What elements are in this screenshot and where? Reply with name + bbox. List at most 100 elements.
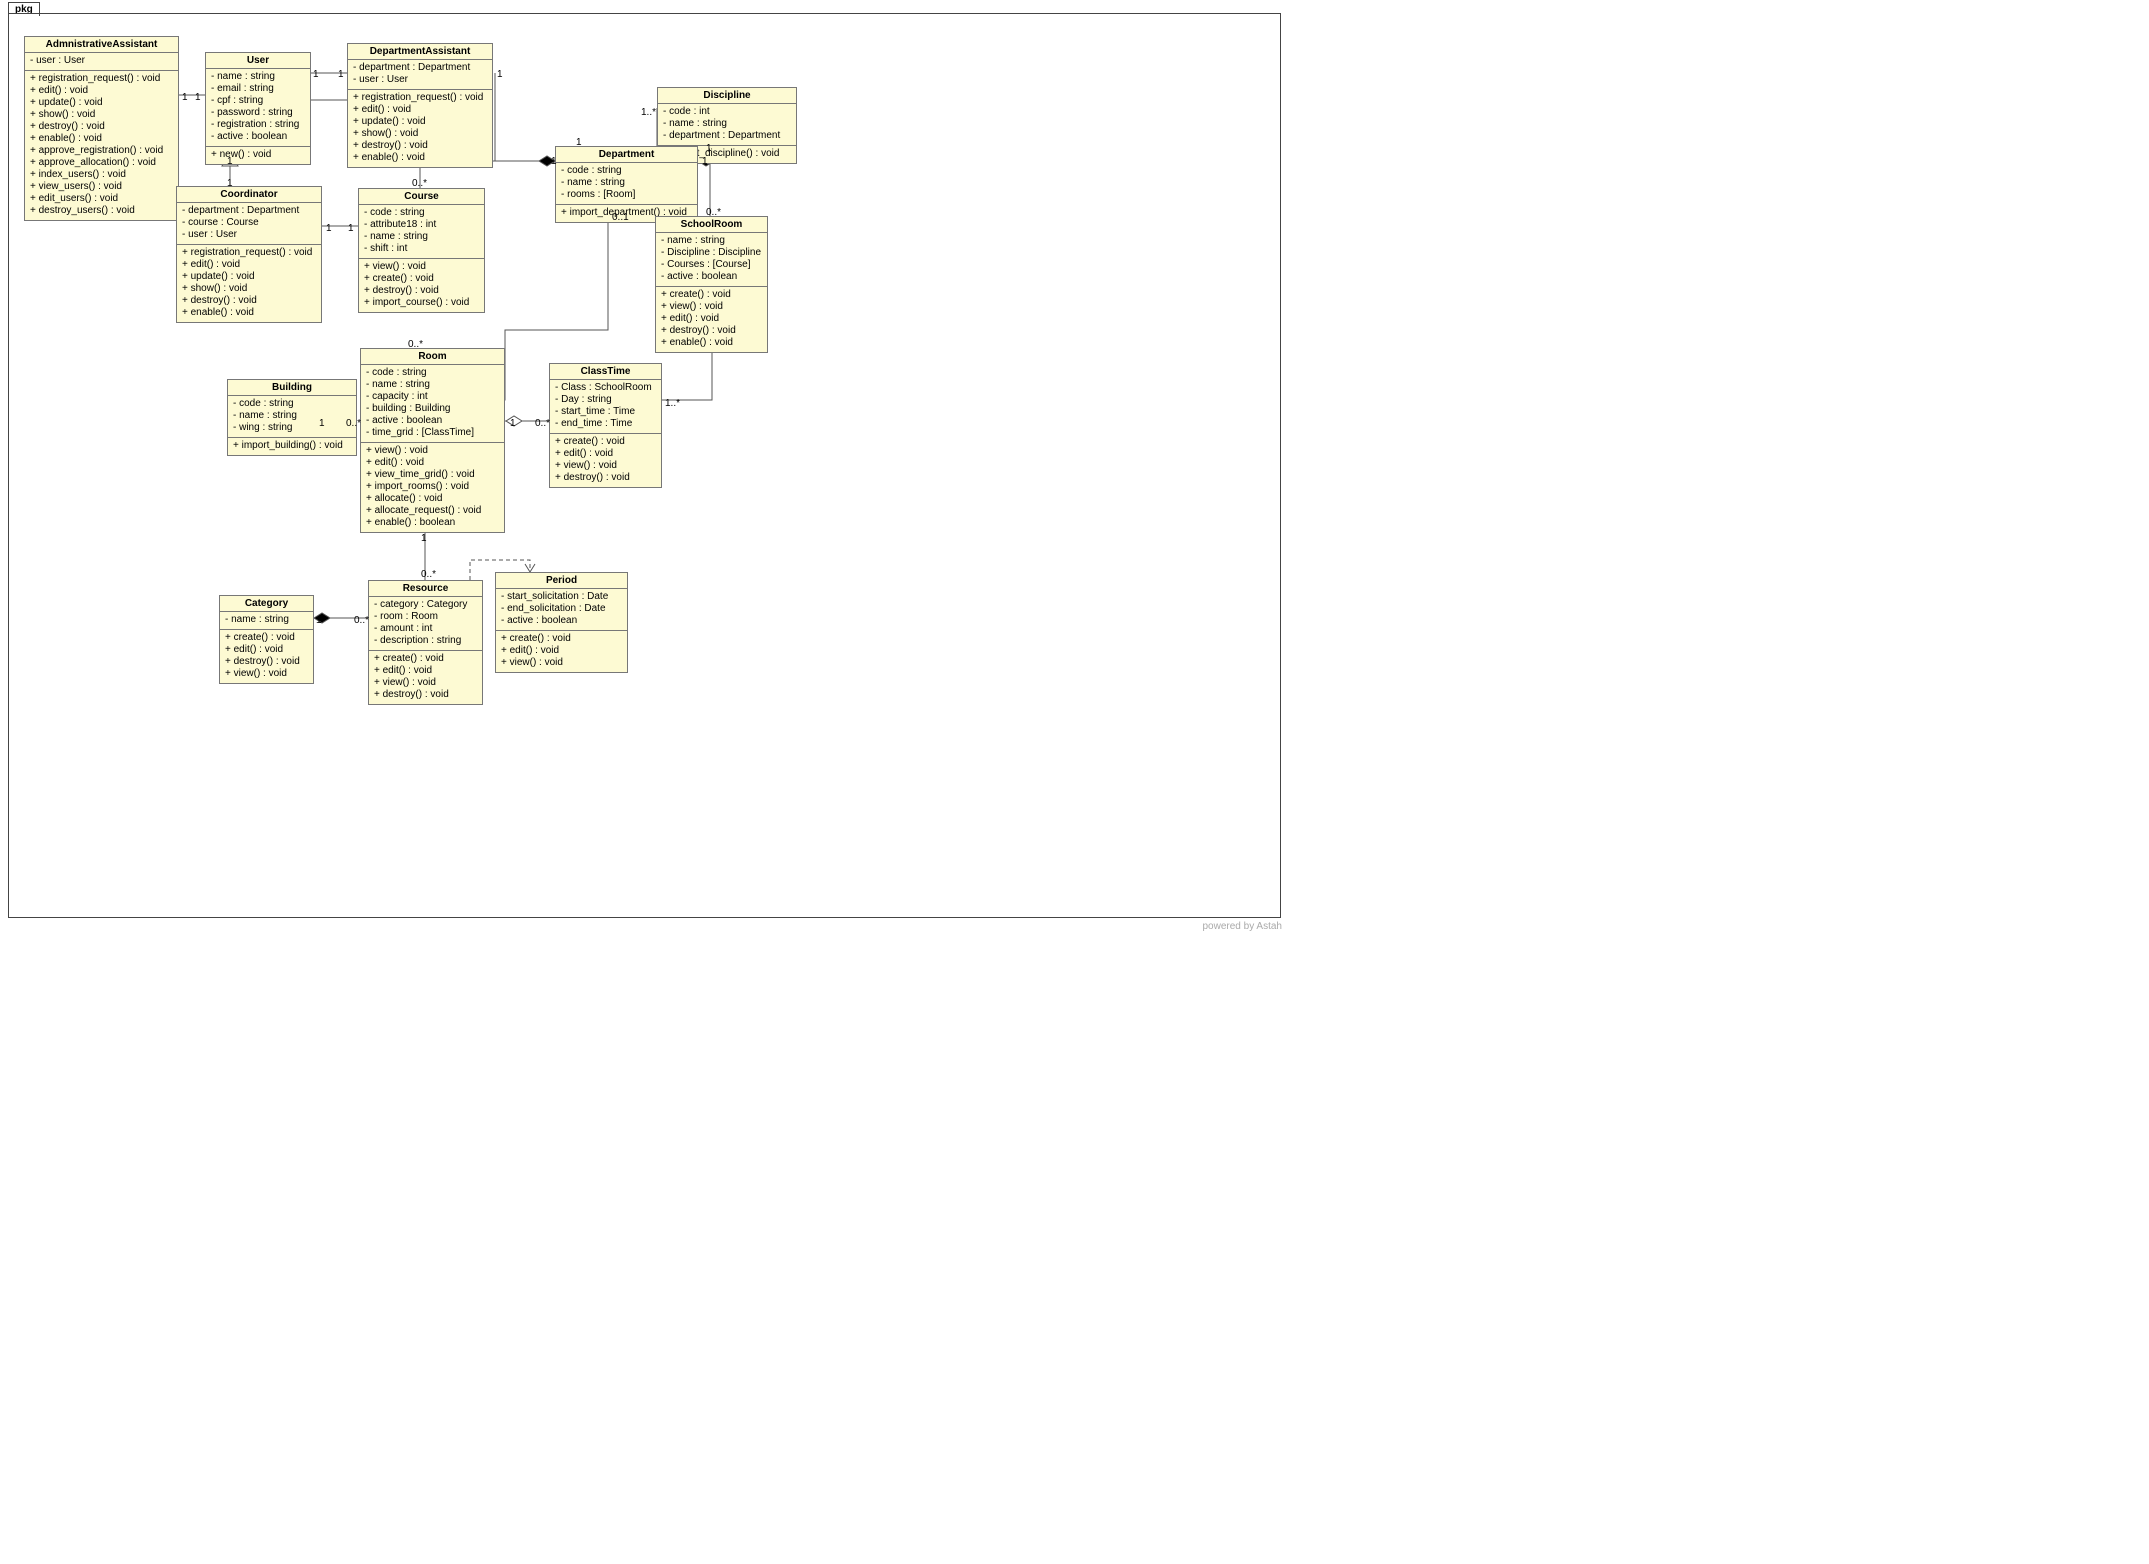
operation-row: + view() : void bbox=[555, 460, 656, 472]
attribute-row: - capacity : int bbox=[366, 391, 499, 403]
attribute-row: - department : Department bbox=[182, 205, 316, 217]
multiplicity-label: 1 bbox=[316, 615, 322, 626]
operation-row: + new() : void bbox=[211, 149, 305, 161]
operation-row: + create() : void bbox=[374, 653, 477, 665]
attribute-row: - department : Department bbox=[353, 62, 487, 74]
class-AdmnistrativeAssistant: AdmnistrativeAssistant- user : User+ reg… bbox=[24, 36, 179, 221]
attribute-row: - course : Course bbox=[182, 217, 316, 229]
attributes: - name : string bbox=[220, 612, 313, 630]
attribute-row: - end_time : Time bbox=[555, 418, 656, 430]
class-DepartmentAssistant: DepartmentAssistant- department : Depart… bbox=[347, 43, 493, 168]
class-title: Resource bbox=[369, 581, 482, 597]
multiplicity-label: 0..* bbox=[535, 418, 550, 429]
operation-row: + edit() : void bbox=[374, 665, 477, 677]
multiplicity-label: 1 bbox=[319, 418, 325, 429]
multiplicity-label: 1 bbox=[706, 143, 712, 154]
attribute-row: - Class : SchoolRoom bbox=[555, 382, 656, 394]
multiplicity-label: 1..* bbox=[665, 398, 680, 409]
attribute-row: - code : string bbox=[561, 165, 692, 177]
class-title: Period bbox=[496, 573, 627, 589]
operation-row: + import_course() : void bbox=[364, 297, 479, 309]
footer-credit: powered by Astah bbox=[1203, 921, 1283, 932]
attribute-row: - name : string bbox=[366, 379, 499, 391]
operation-row: + enable() : void bbox=[353, 152, 487, 164]
attribute-row: - Day : string bbox=[555, 394, 656, 406]
attribute-row: - user : User bbox=[182, 229, 316, 241]
operation-row: + enable() : void bbox=[661, 337, 762, 349]
operation-row: + import_building() : void bbox=[233, 440, 351, 452]
operation-row: + create() : void bbox=[501, 633, 622, 645]
multiplicity-label: 1 bbox=[227, 156, 233, 167]
operation-row: + approve_registration() : void bbox=[30, 145, 173, 157]
operation-row: + update() : void bbox=[353, 116, 487, 128]
class-Period: Period- start_solicitation : Date- end_s… bbox=[495, 572, 628, 673]
class-Resource: Resource- category : Category- room : Ro… bbox=[368, 580, 483, 705]
attribute-row: - active : boolean bbox=[211, 131, 305, 143]
operation-row: + destroy() : void bbox=[661, 325, 762, 337]
attributes: - department : Department- course : Cour… bbox=[177, 203, 321, 245]
class-title: Category bbox=[220, 596, 313, 612]
attribute-row: - registration : string bbox=[211, 119, 305, 131]
class-ClassTime: ClassTime- Class : SchoolRoom- Day : str… bbox=[549, 363, 662, 488]
class-title: Building bbox=[228, 380, 356, 396]
attribute-row: - user : User bbox=[30, 55, 173, 67]
multiplicity-label: 0..* bbox=[412, 178, 427, 189]
operation-row: + edit() : void bbox=[501, 645, 622, 657]
operation-row: + update() : void bbox=[182, 271, 316, 283]
multiplicity-label: 1 bbox=[348, 223, 354, 234]
attribute-row: - code : int bbox=[663, 106, 791, 118]
attributes: - start_solicitation : Date- end_solicit… bbox=[496, 589, 627, 631]
operations: + new() : void bbox=[206, 147, 310, 164]
class-Category: Category- name : string + create() : void… bbox=[219, 595, 314, 684]
multiplicity-label: 1 bbox=[421, 533, 427, 544]
attributes: - user : User bbox=[25, 53, 178, 71]
operation-row: + update() : void bbox=[30, 97, 173, 109]
multiplicity-label: 1 bbox=[497, 69, 503, 80]
attributes: - category : Category- room : Room- amou… bbox=[369, 597, 482, 651]
attribute-row: - attribute18 : int bbox=[364, 219, 479, 231]
attribute-row: - name : string bbox=[561, 177, 692, 189]
operation-row: + destroy() : void bbox=[353, 140, 487, 152]
operation-row: + allocate_request() : void bbox=[366, 505, 499, 517]
attribute-row: - name : string bbox=[663, 118, 791, 130]
attribute-row: - name : string bbox=[364, 231, 479, 243]
operations: + create() : void+ edit() : void+ view()… bbox=[550, 434, 661, 487]
class-User: User- name : string- email : string- cpf… bbox=[205, 52, 311, 165]
attribute-row: - room : Room bbox=[374, 611, 477, 623]
class-title: Department bbox=[556, 147, 697, 163]
attribute-row: - time_grid : [ClassTime] bbox=[366, 427, 499, 439]
operation-row: + create() : void bbox=[661, 289, 762, 301]
attribute-row: - start_solicitation : Date bbox=[501, 591, 622, 603]
operation-row: + destroy_users() : void bbox=[30, 205, 173, 217]
multiplicity-label: 0..* bbox=[706, 207, 721, 218]
attribute-row: - name : string bbox=[211, 71, 305, 83]
multiplicity-label: 1 bbox=[227, 178, 233, 189]
attributes: - department : Department- user : User bbox=[348, 60, 492, 90]
attribute-row: - active : boolean bbox=[661, 271, 762, 283]
attribute-row: - category : Category bbox=[374, 599, 477, 611]
operations: + view() : void+ create() : void+ destro… bbox=[359, 259, 484, 312]
class-title: Coordinator bbox=[177, 187, 321, 203]
operation-row: + edit() : void bbox=[30, 85, 173, 97]
operation-row: + view() : void bbox=[501, 657, 622, 669]
operation-row: + view() : void bbox=[366, 445, 499, 457]
operation-row: + view() : void bbox=[364, 261, 479, 273]
class-Building: Building- code : string- name : string- … bbox=[227, 379, 357, 456]
attribute-row: - shift : int bbox=[364, 243, 479, 255]
operation-row: + create() : void bbox=[555, 436, 656, 448]
operation-row: + index_users() : void bbox=[30, 169, 173, 181]
operation-row: + destroy() : void bbox=[555, 472, 656, 484]
attribute-row: - password : string bbox=[211, 107, 305, 119]
operation-row: + view() : void bbox=[374, 677, 477, 689]
operation-row: + create() : void bbox=[225, 632, 308, 644]
multiplicity-label: 1 bbox=[576, 137, 582, 148]
multiplicity-label: 0..* bbox=[408, 339, 423, 350]
operation-row: + edit() : void bbox=[353, 104, 487, 116]
operation-row: + registration_request() : void bbox=[30, 73, 173, 85]
class-Course: Course- code : string- attribute18 : int… bbox=[358, 188, 485, 313]
operation-row: + import_rooms() : void bbox=[366, 481, 499, 493]
attribute-row: - code : string bbox=[233, 398, 351, 410]
multiplicity-label: 1 bbox=[510, 418, 516, 429]
operation-row: + edit() : void bbox=[555, 448, 656, 460]
multiplicity-label: 0..* bbox=[421, 569, 436, 580]
